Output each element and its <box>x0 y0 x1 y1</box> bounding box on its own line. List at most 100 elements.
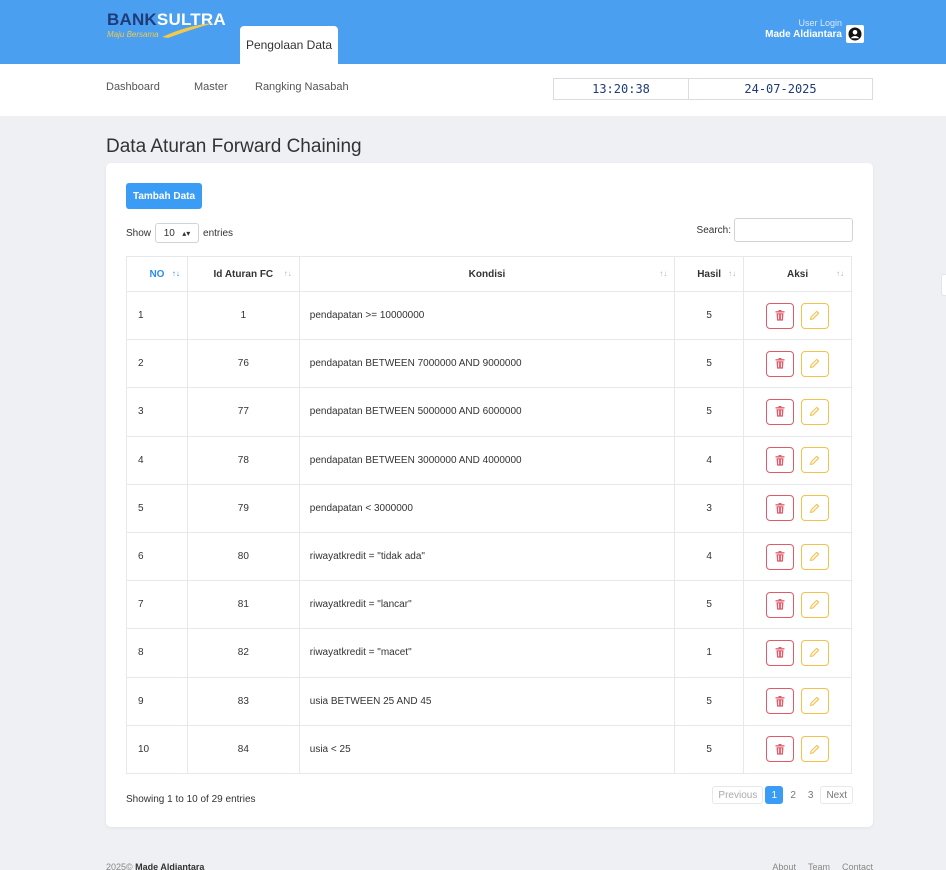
select-arrows-icon: ▴▾ <box>182 228 191 238</box>
page-length-control: Show 10 ▴▾ entries <box>126 223 233 243</box>
col-header-hasil[interactable]: Hasil ↑↓ <box>674 256 745 292</box>
trash-icon <box>775 310 785 321</box>
edit-button[interactable] <box>800 639 829 666</box>
delete-button[interactable] <box>766 736 795 763</box>
pencil-icon <box>810 310 820 321</box>
cell-hasil: 5 <box>674 339 745 389</box>
pagination-page-1[interactable]: 1 <box>765 786 784 804</box>
delete-button[interactable] <box>766 639 795 666</box>
clock-time: 13:20:38 <box>553 78 689 100</box>
cell-id: 79 <box>186 483 300 533</box>
pencil-icon <box>810 359 820 369</box>
add-data-button[interactable]: Tambah Data <box>126 183 202 209</box>
top-header: BANKSULTRA Maju Bersama Pengolaan Data U… <box>0 0 946 64</box>
tab-pengolaan-data[interactable]: Pengolaan Data <box>240 26 338 64</box>
cell-kondisi: pendapatan >= 10000000 <box>298 290 676 341</box>
trash-icon <box>775 406 785 418</box>
table-row: 5 79 pendapatan < 3000000 3 <box>126 483 852 533</box>
search-input[interactable] <box>734 218 853 242</box>
delete-button[interactable] <box>766 543 795 570</box>
table-row: 10 84 usia < 25 5 <box>126 724 852 774</box>
footer-link-contact[interactable]: Contact <box>842 862 873 870</box>
copyright-text: 2025© <box>106 862 133 870</box>
page-length-select[interactable]: 10 ▴▾ <box>155 223 200 243</box>
cell-hasil: 1 <box>674 628 745 678</box>
nav-rangking-nasabah[interactable]: Rangking Nasabah <box>255 81 349 93</box>
bank-logo[interactable]: BANKSULTRA Maju Bersama <box>107 10 226 39</box>
cell-aksi <box>743 531 852 582</box>
table-row: 6 80 riwayatkredit = "tidak ada" 4 <box>126 531 852 582</box>
edit-button[interactable] <box>800 350 829 377</box>
edit-button[interactable] <box>800 398 829 425</box>
pagination: Previous 1 2 3 Next <box>712 786 853 804</box>
pagination-page-3[interactable]: 3 <box>803 786 819 804</box>
delete-button[interactable] <box>766 495 795 522</box>
edit-button[interactable] <box>800 495 829 522</box>
cell-aksi <box>743 676 852 726</box>
delete-button[interactable] <box>766 447 795 474</box>
data-card: Tambah Data Show 10 ▴▾ entries Search: N… <box>106 163 873 827</box>
col-header-aksi[interactable]: Aksi ↑↓ <box>743 256 852 292</box>
side-panel-handle[interactable] <box>941 274 946 296</box>
cell-aksi <box>743 724 852 774</box>
table-row: 8 82 riwayatkredit = "macet" 1 <box>126 628 852 678</box>
pagination-page-2[interactable]: 2 <box>785 786 801 804</box>
rules-table: NO ↑↓ Id Aturan FC ↑↓ Kondisi ↑↓ Hasil ↑↓ Ak… <box>126 256 852 774</box>
trash-icon <box>775 551 785 562</box>
col-header-id-aturan[interactable]: Id Aturan FC ↑↓ <box>186 256 300 292</box>
user-login-info: User Login Made Aldiantara <box>765 18 842 40</box>
cell-id: 81 <box>186 580 300 630</box>
edit-button[interactable] <box>800 736 829 763</box>
cell-no: 10 <box>126 724 188 774</box>
nav-dashboard[interactable]: Dashboard <box>106 81 160 93</box>
delete-button[interactable] <box>766 591 795 618</box>
edit-button[interactable] <box>800 447 829 474</box>
pencil-icon <box>810 744 820 754</box>
cell-aksi <box>743 580 852 630</box>
table-info: Showing 1 to 10 of 29 entries <box>126 794 256 805</box>
trash-icon <box>775 695 785 707</box>
cell-aksi <box>743 435 852 485</box>
cell-aksi <box>743 290 852 341</box>
table-header-row: NO ↑↓ Id Aturan FC ↑↓ Kondisi ↑↓ Hasil ↑↓ Ak… <box>126 256 852 292</box>
page-length-value: 10 <box>163 227 175 239</box>
pagination-next[interactable]: Next <box>820 786 853 804</box>
pencil-icon <box>810 696 820 706</box>
col-header-kondisi[interactable]: Kondisi ↑↓ <box>298 256 676 292</box>
edit-button[interactable] <box>800 302 829 329</box>
edit-button[interactable] <box>800 688 829 715</box>
cell-hasil: 4 <box>674 435 745 485</box>
sort-icon: ↑↓ <box>728 269 737 278</box>
cell-kondisi: pendapatan < 3000000 <box>298 483 676 533</box>
delete-button[interactable] <box>766 688 795 715</box>
pagination-previous[interactable]: Previous <box>712 786 764 804</box>
table-row: 9 83 usia BETWEEN 25 AND 45 5 <box>126 676 852 726</box>
cell-id: 77 <box>186 387 300 437</box>
avatar[interactable] <box>846 25 864 43</box>
trash-icon <box>775 502 785 514</box>
cell-no: 6 <box>126 531 188 582</box>
cell-no: 2 <box>126 339 188 389</box>
logo-swoosh-icon <box>162 23 214 38</box>
cell-id: 83 <box>186 676 300 726</box>
col-header-no[interactable]: NO ↑↓ <box>126 256 188 292</box>
search-label: Search: <box>696 224 731 236</box>
nav-master[interactable]: Master <box>194 81 228 93</box>
page-title: Data Aturan Forward Chaining <box>106 136 362 157</box>
delete-button[interactable] <box>766 350 795 377</box>
cell-kondisi: usia < 25 <box>298 724 676 774</box>
footer-link-team[interactable]: Team <box>808 862 830 870</box>
cell-id: 82 <box>186 628 300 678</box>
delete-button[interactable] <box>766 398 795 425</box>
edit-button[interactable] <box>800 543 829 570</box>
footer-copyright: 2025© Made Aldiantara <box>106 862 204 870</box>
entries-label: entries <box>203 227 234 239</box>
cell-no: 4 <box>126 435 188 485</box>
delete-button[interactable] <box>766 302 795 329</box>
user-circle-icon <box>848 27 862 41</box>
table-row: 2 76 pendapatan BETWEEN 7000000 AND 9000… <box>126 339 852 389</box>
edit-button[interactable] <box>800 591 829 618</box>
cell-kondisi: riwayatkredit = "lancar" <box>298 580 676 630</box>
cell-no: 8 <box>126 628 188 678</box>
footer-link-about[interactable]: About <box>772 862 796 870</box>
